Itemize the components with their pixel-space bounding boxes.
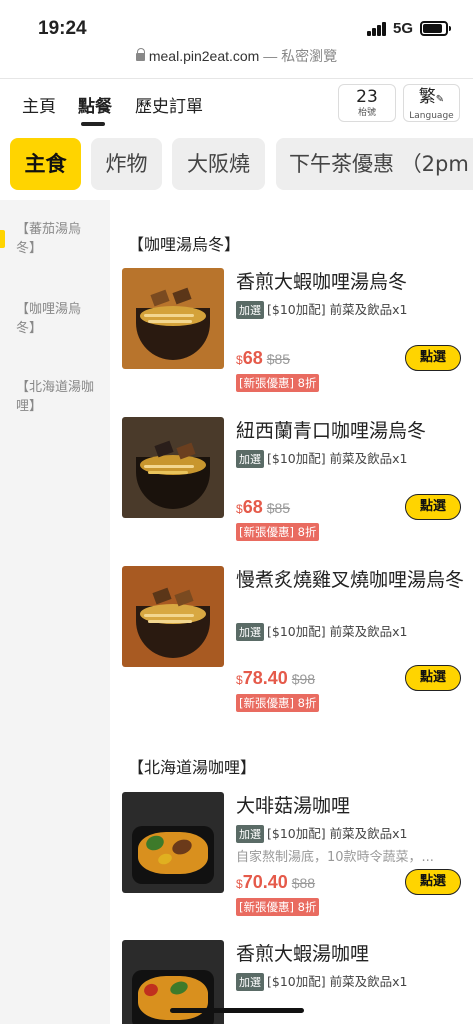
section-title: 【北海道湯咖哩】 [128, 758, 257, 777]
addon-tag: 加選 [236, 973, 264, 991]
private-browsing-label: — 私密瀏覽 [263, 48, 338, 64]
item-addon: 加選 [$10加配] 前菜及飲品x1 [236, 299, 407, 319]
status-bar: 19:24 5G [0, 0, 473, 48]
url-text: meal.pin2eat.com [148, 48, 260, 64]
language-char: 繁✎ [418, 87, 445, 107]
category-chip-main[interactable]: 主食 [10, 138, 81, 190]
status-time: 19:24 [38, 18, 87, 39]
food-image[interactable] [122, 566, 224, 667]
home-indicator [170, 1008, 304, 1013]
sidebar-active-marker [0, 230, 5, 248]
item-price: $70.40 $88 [236, 872, 316, 892]
language-button[interactable]: 繁✎ Language [403, 84, 460, 122]
pencil-icon: ✎ [435, 94, 445, 105]
sidebar-item-tomato-udon[interactable]: 【蕃茄湯烏冬】 [16, 220, 100, 258]
category-chip-fried[interactable]: 炸物 [91, 138, 162, 190]
item-name: 香煎大蝦湯咖哩 [236, 943, 370, 965]
language-label: Language [409, 111, 454, 121]
item-price: $68 $85 [236, 497, 291, 517]
app-screen: 19:24 5G meal.pin2eat.com — 私密瀏覽 主頁 點餐 歷… [0, 0, 473, 1024]
menu-item: 紐西蘭青口咖哩湯烏冬 加選 [$10加配] 前菜及飲品x1 $68 $85 [新張優… [110, 417, 473, 547]
network-label: 5G [393, 20, 414, 37]
menu-list: 【咖哩湯烏冬】 香煎大蝦咖哩湯烏冬 加選 [$10加配] 前菜及飲品x1 $68 $… [110, 200, 473, 1024]
addon-tag: 加選 [236, 623, 264, 641]
food-image[interactable] [122, 417, 224, 518]
select-button[interactable]: 點選 [405, 345, 461, 371]
table-number-label: 枱號 [357, 108, 376, 118]
category-bar: 主食 炸物 大阪燒 下午茶優惠 （2pm [0, 138, 473, 192]
item-addon: 加選 [$10加配] 前菜及飲品x1 [236, 823, 407, 843]
original-price: $85 [266, 500, 291, 516]
category-chip-okonomiyaki[interactable]: 大阪燒 [172, 138, 265, 190]
sidebar-item-curry-udon[interactable]: 【咖哩湯烏冬】 [16, 300, 100, 338]
lock-icon [135, 48, 146, 61]
sidebar-item-hokkaido-soup-curry[interactable]: 【北海道湯咖哩】 [16, 378, 100, 416]
signal-icon [367, 22, 387, 36]
original-price: $85 [266, 351, 291, 367]
promo-badge: [新張優惠] 8折 [236, 898, 320, 916]
item-addon: 加選 [$10加配] 前菜及飲品x1 [236, 971, 407, 991]
tab-order[interactable]: 點餐 [78, 92, 112, 117]
menu-item: 香煎大蝦咖哩湯烏冬 加選 [$10加配] 前菜及飲品x1 $68 $85 [新張優惠… [110, 268, 473, 398]
addon-tag: 加選 [236, 301, 264, 319]
original-price: $98 [291, 671, 316, 687]
item-name: 大啡菇湯咖哩 [236, 795, 351, 817]
section-title: 【咖哩湯烏冬】 [128, 235, 241, 254]
promo-badge: [新張優惠] 8折 [236, 523, 320, 541]
item-description: 自家熬制湯底，10款時令蔬菜，... [236, 850, 434, 865]
category-chip-afternoon-tea[interactable]: 下午茶優惠 （2pm [276, 138, 473, 190]
divider [0, 78, 473, 79]
food-image[interactable] [122, 792, 224, 893]
addon-tag: 加選 [236, 450, 264, 468]
original-price: $88 [291, 875, 316, 891]
table-number: 23 [356, 87, 378, 107]
top-nav: 主頁 點餐 歷史訂單 23 枱號 繁✎ Language [0, 84, 473, 130]
tab-order-history[interactable]: 歷史訂單 [135, 92, 203, 117]
item-addon: 加選 [$10加配] 前菜及飲品x1 [236, 448, 407, 468]
item-addon: 加選 [$10加配] 前菜及飲品x1 [236, 621, 407, 641]
tab-home[interactable]: 主頁 [22, 92, 56, 117]
battery-icon [420, 21, 451, 36]
addon-tag: 加選 [236, 825, 264, 843]
item-price: $68 $85 [236, 348, 291, 368]
menu-item: 大啡菇湯咖哩 加選 [$10加配] 前菜及飲品x1 自家熬制湯底，10款時令蔬菜，… [110, 792, 473, 922]
promo-badge: [新張優惠] 8折 [236, 694, 320, 712]
menu-item: 慢煮炙燒雞叉燒咖哩湯烏冬 加選 [$10加配] 前菜及飲品x1 $78.40 $98… [110, 566, 473, 716]
item-name: 香煎大蝦咖哩湯烏冬 [236, 271, 408, 293]
food-image[interactable] [122, 268, 224, 369]
item-name: 慢煮炙燒雞叉燒咖哩湯烏冬 [236, 569, 465, 591]
select-button[interactable]: 點選 [405, 494, 461, 520]
select-button[interactable]: 點選 [405, 869, 461, 895]
table-number-box: 23 枱號 [338, 84, 396, 122]
item-price: $78.40 $98 [236, 668, 316, 688]
promo-badge: [新張優惠] 8折 [236, 374, 320, 392]
active-tab-indicator [81, 122, 105, 126]
address-bar[interactable]: meal.pin2eat.com — 私密瀏覽 [0, 46, 473, 76]
category-sidebar: 【蕃茄湯烏冬】 【咖哩湯烏冬】 【北海道湯咖哩】 [0, 200, 110, 1024]
item-name: 紐西蘭青口咖哩湯烏冬 [236, 420, 427, 442]
select-button[interactable]: 點選 [405, 665, 461, 691]
